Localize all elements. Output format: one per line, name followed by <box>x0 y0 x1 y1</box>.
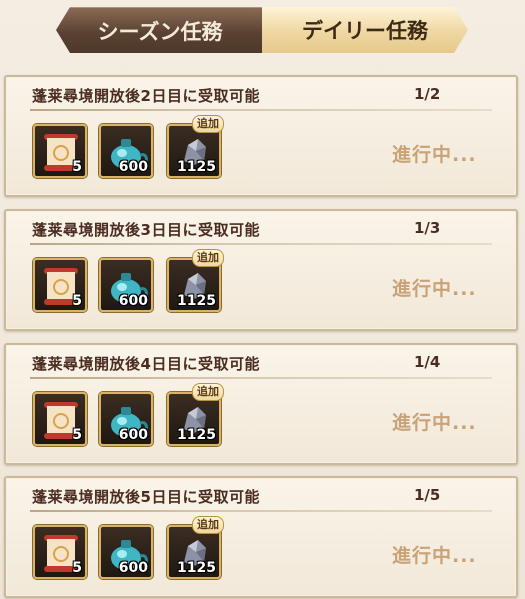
mission-card: 蓬莱尋境開放後3日目に受取可能 1/3 5 600 追加 1125 進行中... <box>4 209 518 331</box>
tab-season-missions[interactable]: シーズン任務 <box>56 7 264 53</box>
card-divider <box>30 377 492 379</box>
reward-count: 1125 <box>177 560 216 576</box>
mission-progress: 1/2 <box>414 85 441 103</box>
reward-scroll[interactable]: 5 <box>33 525 87 579</box>
reward-potion[interactable]: 600 <box>99 525 153 579</box>
reward-count: 1125 <box>177 159 216 175</box>
reward-count: 5 <box>72 427 82 443</box>
mission-title: 蓬莱尋境開放後3日目に受取可能 <box>32 221 260 239</box>
mission-card: 蓬莱尋境開放後5日目に受取可能 1/5 5 600 追加 1125 進行中... <box>4 476 518 598</box>
reward-count: 5 <box>72 560 82 576</box>
reward-ore[interactable]: 追加 1125 <box>167 115 224 178</box>
mission-progress: 1/4 <box>414 353 441 371</box>
reward-scroll[interactable]: 5 <box>33 124 87 178</box>
mission-title: 蓬莱尋境開放後2日目に受取可能 <box>32 87 260 105</box>
reward-potion[interactable]: 600 <box>99 258 153 312</box>
reward-count: 1125 <box>177 427 216 443</box>
reward-count: 5 <box>72 293 82 309</box>
reward-ore[interactable]: 追加 1125 <box>167 383 224 446</box>
mission-progress: 1/5 <box>414 486 441 504</box>
mission-progress: 1/3 <box>414 219 441 237</box>
mission-card: 蓬莱尋境開放後2日目に受取可能 1/2 5 600 追加 1125 進行中... <box>4 75 518 197</box>
reward-count: 600 <box>118 293 148 309</box>
reward-potion[interactable]: 600 <box>99 124 153 178</box>
reward-potion[interactable]: 600 <box>99 392 153 446</box>
status-in-progress: 進行中... <box>392 278 477 300</box>
mission-card: 蓬莱尋境開放後4日目に受取可能 1/4 5 600 追加 1125 進行中... <box>4 343 518 465</box>
card-divider <box>30 243 492 245</box>
reward-ore[interactable]: 追加 1125 <box>167 516 224 579</box>
reward-ore[interactable]: 追加 1125 <box>167 249 224 312</box>
mission-title: 蓬莱尋境開放後4日目に受取可能 <box>32 355 260 373</box>
reward-count: 1125 <box>177 293 216 309</box>
reward-count: 600 <box>118 560 148 576</box>
status-in-progress: 進行中... <box>392 545 477 567</box>
reward-scroll[interactable]: 5 <box>33 258 87 312</box>
reward-count: 600 <box>118 427 148 443</box>
reward-scroll[interactable]: 5 <box>33 392 87 446</box>
status-in-progress: 進行中... <box>392 144 477 166</box>
mission-title: 蓬莱尋境開放後5日目に受取可能 <box>32 488 260 506</box>
card-divider <box>30 510 492 512</box>
tab-daily-missions[interactable]: デイリー任務 <box>262 7 468 53</box>
reward-count: 600 <box>118 159 148 175</box>
card-divider <box>30 109 492 111</box>
status-in-progress: 進行中... <box>392 412 477 434</box>
reward-count: 5 <box>72 159 82 175</box>
mission-tabs: シーズン任務 デイリー任務 <box>56 7 468 53</box>
